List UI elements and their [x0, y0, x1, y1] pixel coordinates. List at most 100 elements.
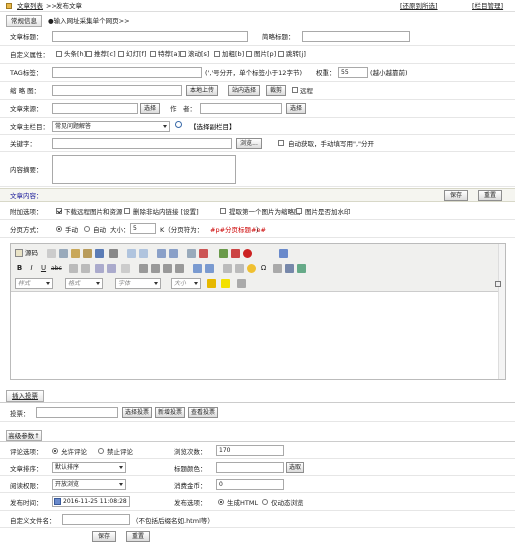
filename-input[interactable] [62, 514, 130, 525]
paging-auto-radio[interactable] [84, 226, 90, 232]
collect-hint-link[interactable]: ●输入网址采集单个网页>> [48, 17, 130, 25]
restore-link[interactable]: [还原到所选] [400, 2, 438, 10]
view-vote-button[interactable]: 查看投票 [188, 407, 218, 418]
size-input[interactable]: 5 [130, 223, 156, 234]
style-combo[interactable]: 样式 [15, 278, 53, 289]
publish-dynamic-radio[interactable] [262, 499, 268, 505]
calendar-icon[interactable] [54, 498, 61, 505]
source-input[interactable] [52, 103, 138, 114]
source-button-label[interactable]: 源码 [25, 249, 38, 257]
replace-icon[interactable] [169, 249, 178, 258]
sub-column-link[interactable]: 【选择副栏目】 [190, 123, 236, 131]
remote-checkbox[interactable] [292, 87, 298, 93]
vote-tab[interactable]: 插入投票 [6, 390, 44, 402]
breadcrumb-list-link[interactable]: 文章列表 [17, 2, 43, 10]
summary-textarea[interactable] [52, 155, 236, 184]
align-justify-icon[interactable] [175, 264, 184, 273]
link-icon[interactable] [193, 264, 202, 273]
column-select[interactable]: 常见问题解答 [52, 121, 170, 132]
redo-icon[interactable] [139, 249, 148, 258]
comment-allow-radio[interactable] [52, 448, 58, 454]
bold-icon[interactable]: B [15, 264, 24, 273]
select-source-button[interactable]: 选择 [140, 103, 160, 114]
crop-button[interactable]: 裁剪 [266, 85, 286, 96]
align-center-icon[interactable] [151, 264, 160, 273]
attr-checkbox-c[interactable] [86, 51, 92, 57]
unordered-list-icon[interactable] [81, 264, 90, 273]
sort-select[interactable]: 默认排序 [52, 462, 126, 473]
views-input[interactable]: 170 [216, 445, 284, 456]
keywords-input[interactable] [52, 138, 232, 149]
source-icon[interactable] [15, 249, 23, 257]
italic-icon[interactable]: I [27, 264, 36, 273]
pick-color-button[interactable]: 选取 [286, 462, 304, 473]
copy-icon[interactable] [59, 249, 68, 258]
title-color-input[interactable] [216, 462, 284, 473]
new-vote-button[interactable]: 新增投票 [155, 407, 185, 418]
tag-input[interactable] [52, 67, 202, 78]
local-upload-button[interactable]: 本地上传 [186, 85, 218, 96]
first-image-thumb-checkbox[interactable] [220, 208, 226, 214]
attr-checkbox-j[interactable] [278, 51, 284, 57]
blockquote-icon[interactable] [121, 264, 130, 273]
print-icon[interactable] [109, 249, 118, 258]
image-icon[interactable] [219, 249, 228, 258]
strike-icon[interactable]: abc [51, 264, 62, 273]
pagebreak-icon[interactable] [273, 264, 282, 273]
select-all-icon[interactable] [187, 249, 196, 258]
align-left-icon[interactable] [139, 264, 148, 273]
read-perm-select[interactable]: 开放浏览 [52, 479, 126, 490]
align-right-icon[interactable] [163, 264, 172, 273]
advanced-tab[interactable]: 高级参数↑ [6, 430, 42, 441]
attr-checkbox-p[interactable] [246, 51, 252, 57]
paging-manual-radio[interactable] [56, 226, 62, 232]
table-icon[interactable] [223, 264, 232, 273]
code-icon[interactable] [285, 264, 294, 273]
editor-content-area[interactable] [11, 292, 505, 379]
underline-icon[interactable]: U [39, 264, 48, 273]
flash-icon[interactable] [231, 249, 240, 258]
column-manage-link[interactable]: [栏目管理] [472, 2, 503, 10]
content-reset-button[interactable]: 重置 [478, 190, 502, 201]
download-remote-checkbox[interactable] [56, 208, 62, 214]
search-icon[interactable] [175, 121, 182, 128]
attr-checkbox-f[interactable] [118, 51, 124, 57]
attr-checkbox-h[interactable] [56, 51, 62, 57]
paste-text-icon[interactable] [83, 249, 92, 258]
browse-button[interactable]: 浏览... [236, 138, 262, 149]
site-select-button[interactable]: 站内选择 [228, 85, 260, 96]
gold-input[interactable]: 0 [216, 479, 284, 490]
anchor-icon[interactable] [279, 249, 288, 258]
select-vote-button[interactable]: 选择投票 [122, 407, 152, 418]
author-input[interactable] [200, 103, 282, 114]
find-icon[interactable] [157, 249, 166, 258]
special-char-icon[interactable]: Ω [259, 264, 268, 273]
ordered-list-icon[interactable] [69, 264, 78, 273]
about-icon[interactable] [237, 279, 246, 288]
content-save-button[interactable]: 保存 [444, 190, 468, 201]
vote-input[interactable] [36, 407, 118, 418]
watermark-checkbox[interactable] [296, 208, 302, 214]
editor-scrollbar[interactable] [498, 244, 505, 379]
bottom-reset-button[interactable]: 重置 [126, 531, 150, 542]
attr-checkbox-b[interactable] [214, 51, 220, 57]
publish-html-radio[interactable] [218, 499, 224, 505]
outdent-icon[interactable] [95, 264, 104, 273]
text-color-icon[interactable] [207, 279, 216, 288]
bg-color-icon[interactable] [221, 279, 230, 288]
format-combo[interactable]: 格式 [65, 278, 103, 289]
unlink-icon[interactable] [205, 264, 214, 273]
short-title-input[interactable] [302, 31, 410, 42]
bottom-save-button[interactable]: 保存 [92, 531, 116, 542]
comment-deny-radio[interactable] [98, 448, 104, 454]
size-combo[interactable]: 大小 [171, 278, 201, 289]
cut-icon[interactable] [47, 249, 56, 258]
editor-collapse-icon[interactable] [495, 281, 501, 287]
time-input[interactable]: 2016-11-25 11:08:28 [52, 496, 130, 507]
indent-icon[interactable] [107, 264, 116, 273]
remove-format-icon[interactable] [199, 249, 208, 258]
select-author-button[interactable]: 选择 [286, 103, 306, 114]
title-input[interactable] [52, 31, 248, 42]
paste-word-icon[interactable] [95, 249, 104, 258]
auto-keywords-checkbox[interactable] [278, 140, 284, 146]
